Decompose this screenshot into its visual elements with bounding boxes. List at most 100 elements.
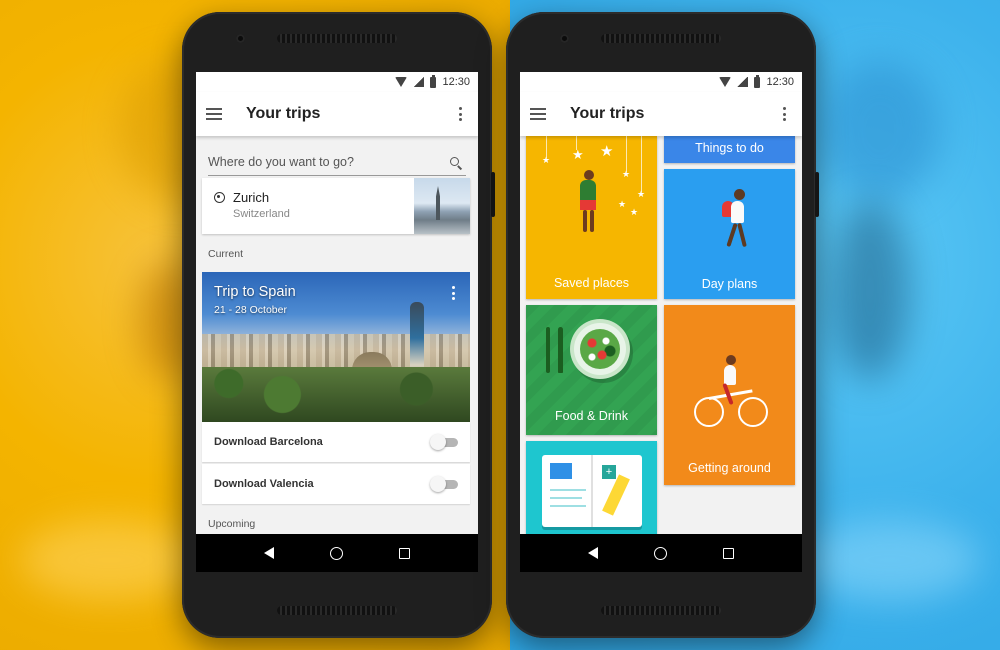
download-label: Download Valencia [214, 478, 314, 490]
location-pin-icon [214, 192, 225, 203]
status-time: 12:30 [766, 76, 794, 88]
app-bar: Your trips [196, 92, 478, 136]
recents-icon[interactable] [723, 547, 734, 559]
status-bar: 12:30 [520, 72, 802, 92]
app-title: Your trips [570, 105, 645, 122]
trip-more-vert-icon[interactable] [452, 286, 456, 300]
person-illustration [580, 180, 596, 202]
status-bar: 12:30 [196, 72, 478, 92]
phone-left: 12:30 Your trips Zurich Switzerland Curr… [182, 12, 495, 638]
things-to-do-tile[interactable]: Things to do [664, 136, 795, 163]
cyclist-illustration [726, 355, 736, 365]
top-speaker [601, 34, 721, 43]
power-button [815, 172, 819, 217]
background-blur-shape [830, 200, 910, 380]
app-title: Your trips [246, 105, 321, 122]
day-plans-label: Day plans [701, 277, 758, 291]
back-icon[interactable] [264, 547, 274, 559]
food-drink-tile[interactable]: Food & Drink [526, 305, 657, 435]
system-nav-bar [196, 534, 478, 572]
menu-icon[interactable] [206, 108, 222, 120]
back-icon[interactable] [588, 547, 598, 559]
background-blur-shape [820, 60, 940, 200]
day-plans-tile[interactable]: Day plans [664, 169, 795, 299]
trip-photo-trees [202, 367, 470, 422]
download-toggle[interactable] [430, 434, 458, 450]
food-drink-label: Food & Drink [555, 409, 628, 423]
book-illustration: + [542, 455, 642, 527]
power-button [491, 172, 495, 217]
star-icon: ★ [622, 169, 631, 179]
cyclist-illustration [724, 365, 736, 385]
star-icon: ★ [600, 143, 614, 160]
home-icon[interactable] [330, 546, 343, 560]
decoration [641, 136, 642, 192]
front-camera [236, 34, 245, 43]
bottom-speaker [601, 606, 721, 615]
app-bar: Your trips [520, 92, 802, 136]
download-row-valencia[interactable]: Download Valencia [202, 464, 470, 504]
background-blur-shape [800, 520, 980, 600]
screen-right: 12:30 Your trips ★ ★ ★ ★ ★ ★ ★ Saved pla… [520, 72, 802, 572]
destination-thumbnail [414, 178, 470, 234]
status-time: 12:30 [442, 76, 470, 88]
destination-country: Switzerland [233, 208, 290, 220]
search-input[interactable] [208, 155, 450, 169]
things-to-do-label: Things to do [695, 141, 764, 155]
search-icon[interactable] [450, 157, 462, 169]
download-toggle[interactable] [430, 476, 458, 492]
hiker-illustration [731, 201, 744, 223]
destination-info: Zurich Switzerland [202, 178, 414, 234]
decoration [626, 136, 627, 172]
wifi-icon [719, 77, 732, 87]
more-vert-icon[interactable] [776, 106, 792, 122]
download-label: Download Barcelona [214, 436, 323, 448]
star-icon: ★ [630, 207, 639, 217]
guide-tile[interactable]: + [526, 441, 657, 541]
destination-city: Zurich [233, 190, 270, 205]
person-illustration [583, 210, 587, 232]
getting-around-tile[interactable]: Getting around [664, 305, 795, 485]
star-icon: ★ [637, 189, 646, 199]
knife-icon [558, 327, 563, 373]
battery-icon [430, 74, 437, 88]
star-icon: ★ [542, 155, 551, 165]
person-illustration [580, 200, 596, 210]
person-illustration [590, 210, 594, 232]
menu-icon[interactable] [530, 108, 546, 120]
top-speaker [277, 34, 397, 43]
destination-card[interactable]: Zurich Switzerland [202, 178, 470, 234]
home-icon[interactable] [654, 546, 667, 560]
search-bar [208, 136, 466, 176]
hiker-illustration [734, 189, 745, 200]
hiker-illustration [737, 222, 747, 248]
battery-icon [754, 74, 761, 88]
star-icon: ★ [618, 199, 627, 209]
phone-right: 12:30 Your trips ★ ★ ★ ★ ★ ★ ★ Saved pla… [506, 12, 819, 638]
saved-places-tile[interactable]: ★ ★ ★ ★ ★ ★ ★ Saved places [526, 136, 657, 299]
hiker-illustration [726, 222, 738, 248]
signal-icon [737, 77, 749, 87]
bicycle-illustration [694, 397, 724, 427]
person-illustration [584, 170, 594, 180]
more-vert-icon[interactable] [452, 106, 468, 122]
saved-places-label: Saved places [553, 276, 630, 290]
trip-title: Trip to Spain [214, 284, 296, 300]
section-current-label: Current [208, 248, 244, 260]
wifi-icon [395, 77, 408, 87]
bicycle-illustration [738, 397, 768, 427]
screen-left: 12:30 Your trips Zurich Switzerland Curr… [196, 72, 478, 572]
background-blur-shape [20, 520, 200, 600]
star-icon: ★ [572, 147, 584, 162]
plate-illustration [574, 323, 626, 375]
front-camera [560, 34, 569, 43]
trip-card[interactable]: Trip to Spain 21 - 28 October [202, 272, 470, 422]
system-nav-bar [520, 534, 802, 572]
getting-around-label: Getting around [688, 461, 771, 475]
trip-dates: 21 - 28 October [214, 304, 287, 316]
signal-icon [413, 77, 425, 87]
download-row-barcelona[interactable]: Download Barcelona [202, 422, 470, 462]
recents-icon[interactable] [399, 547, 410, 559]
fork-icon [546, 327, 550, 373]
section-upcoming-label: Upcoming [208, 518, 256, 530]
